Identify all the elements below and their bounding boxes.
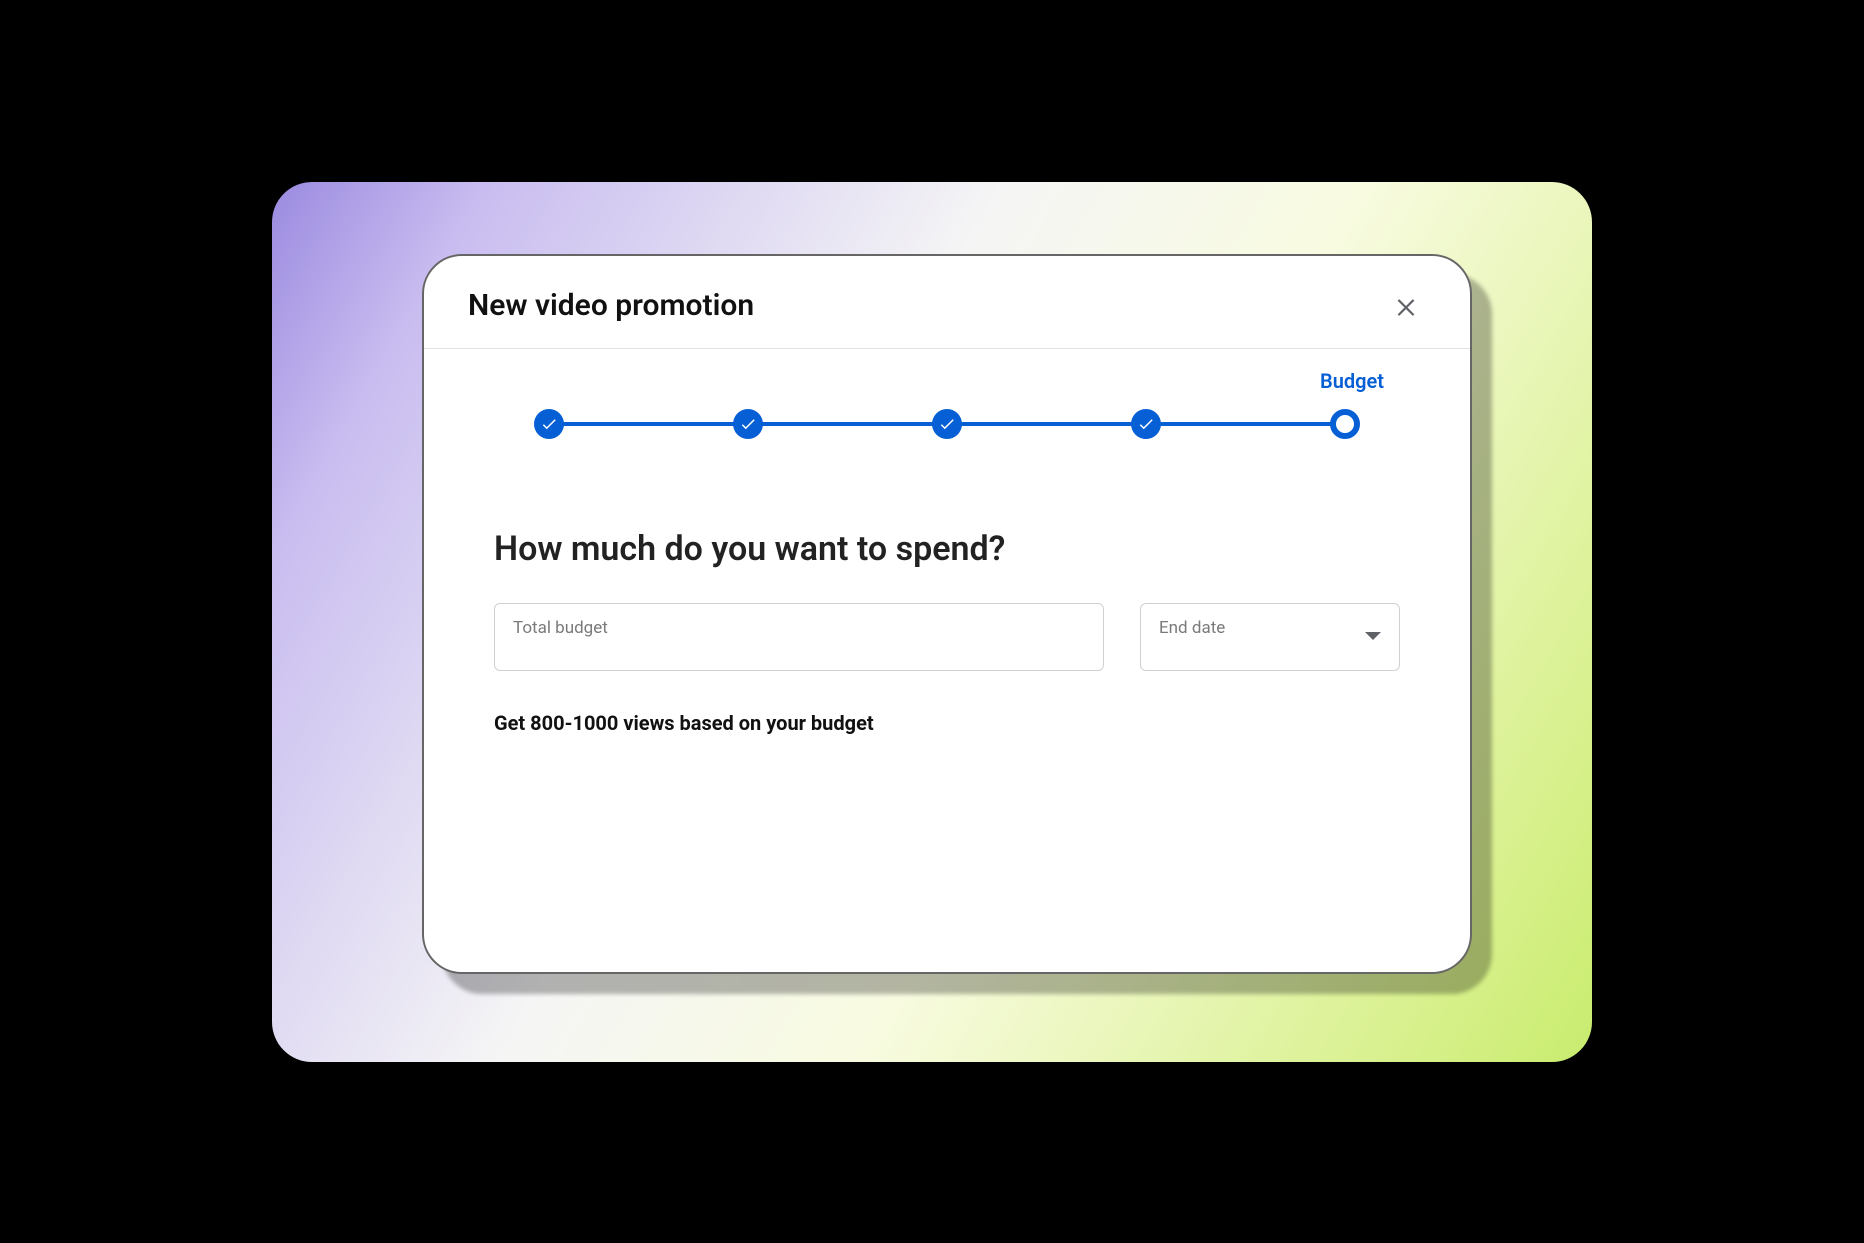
- total-budget-field[interactable]: Total budget: [494, 603, 1104, 671]
- modal-body: Budget: [424, 349, 1470, 972]
- form-row: Total budget End date: [494, 603, 1400, 671]
- step-4[interactable]: [1131, 409, 1161, 439]
- views-estimate: Get 800-1000 views based on your budget: [494, 711, 1400, 735]
- stepper-track: [534, 409, 1360, 439]
- progress-stepper: Budget: [534, 409, 1360, 439]
- check-icon: [739, 415, 757, 433]
- step-2[interactable]: [733, 409, 763, 439]
- step-label-budget: Budget: [1320, 369, 1384, 393]
- total-budget-label: Total budget: [513, 618, 1085, 638]
- close-button[interactable]: [1386, 286, 1426, 326]
- stage: New video promotion Budget: [0, 0, 1864, 1243]
- promotion-modal: New video promotion Budget: [422, 254, 1472, 974]
- step-question: How much do you want to spend?: [494, 529, 1400, 569]
- check-icon: [938, 415, 956, 433]
- end-date-dropdown[interactable]: End date: [1140, 603, 1400, 671]
- modal-header: New video promotion: [424, 256, 1470, 349]
- modal-title: New video promotion: [468, 288, 754, 323]
- step-5-current[interactable]: [1330, 409, 1360, 439]
- check-icon: [1137, 415, 1155, 433]
- step-1[interactable]: [534, 409, 564, 439]
- close-icon: [1393, 293, 1419, 319]
- check-icon: [540, 415, 558, 433]
- step-3[interactable]: [932, 409, 962, 439]
- gradient-background-card: New video promotion Budget: [272, 182, 1592, 1062]
- chevron-down-icon: [1365, 632, 1381, 640]
- end-date-label: End date: [1159, 618, 1225, 638]
